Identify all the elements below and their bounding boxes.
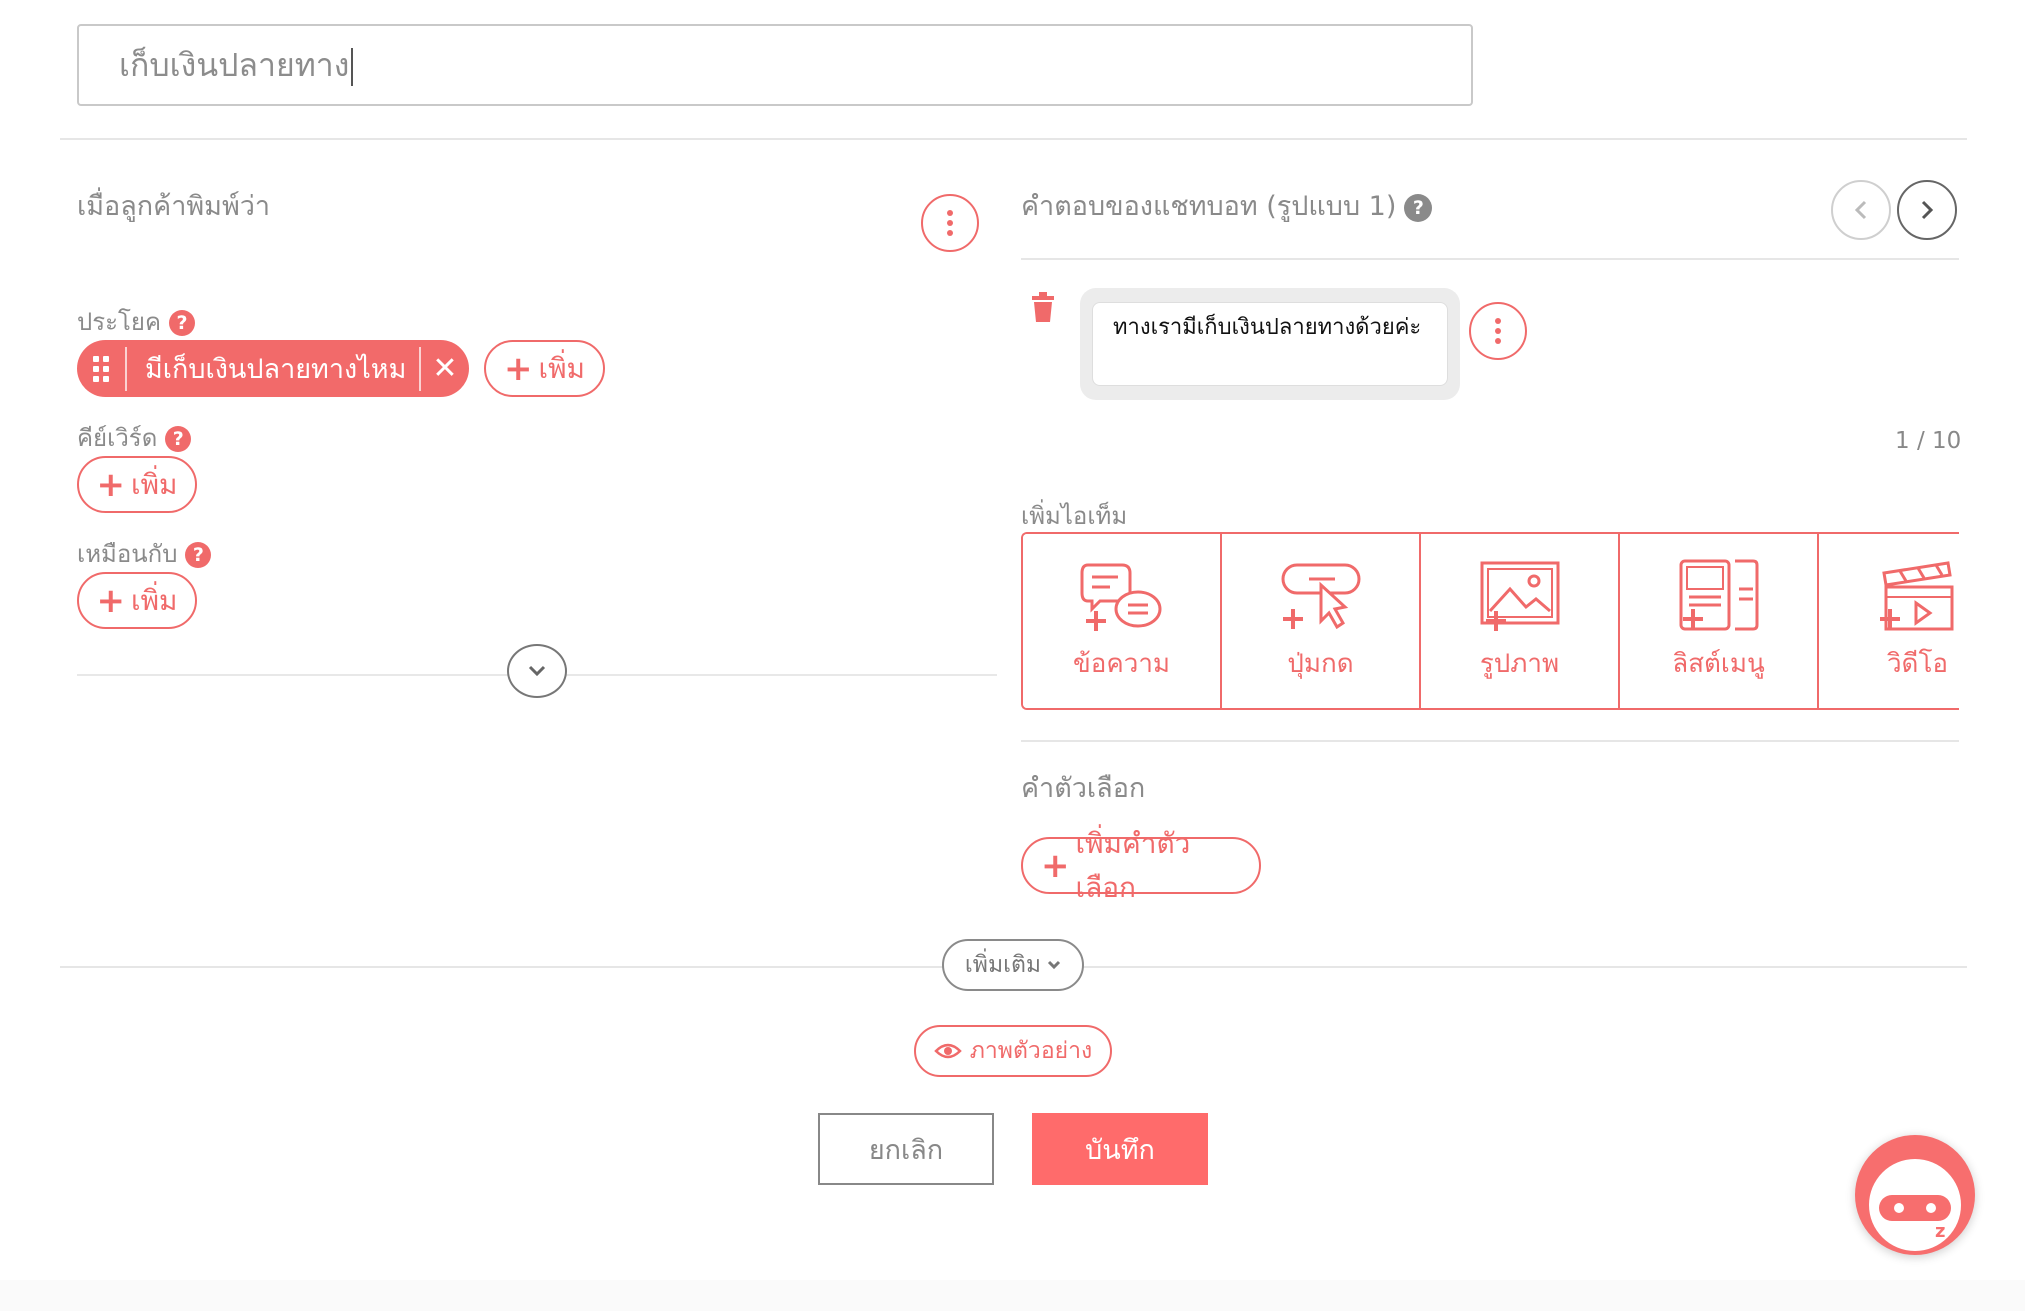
more-options-button[interactable]: เพิ่มเติม (942, 939, 1084, 991)
items-divider (1021, 740, 1959, 742)
list-menu-icon (1679, 559, 1758, 630)
intent-name-value: เก็บเงินปลายทาง (119, 46, 350, 84)
add-sentence-button[interactable]: + เพิ่ม (484, 340, 605, 397)
add-quick-reply-label: เพิ่มคำตัวเลือก (1075, 826, 1191, 904)
chatbot-launcher-button[interactable]: z (1855, 1135, 1975, 1255)
video-clapper-icon (1879, 560, 1953, 630)
add-image-item[interactable]: รูปภาพ (1421, 534, 1620, 708)
keyword-label: คีย์เวิร์ด? (77, 418, 192, 457)
cancel-button[interactable]: ยกเลิก (818, 1113, 994, 1185)
item-type-picker: ข้อความ ปุ่มกด รูปภาพ ลิสต์เมนู วิดีโอ (1021, 532, 1959, 710)
tile-label: ข้อความ (1072, 648, 1171, 679)
image-icon (1480, 561, 1559, 631)
chat-bubbles-icon (1080, 563, 1161, 631)
add-button-item[interactable]: ปุ่มกด (1222, 534, 1421, 708)
help-icon[interactable]: ? (165, 426, 192, 452)
plus-icon: + (1041, 845, 1070, 886)
button-cursor-icon (1281, 563, 1360, 629)
tile-label: รูปภาพ (1479, 648, 1560, 679)
reply-more-menu-button[interactable] (1469, 302, 1527, 360)
add-text-item[interactable]: ข้อความ (1023, 534, 1222, 708)
more-options-label: เพิ่มเติม (964, 952, 1042, 978)
add-label: เพิ่ม (131, 583, 178, 617)
chevron-down-icon (528, 665, 546, 677)
plus-icon: + (504, 348, 533, 389)
trigger-heading: เมื่อลูกค้าพิมพ์ว่า (77, 191, 271, 222)
help-icon[interactable]: ? (169, 310, 196, 336)
prev-response-button[interactable] (1831, 180, 1891, 240)
remove-chip-icon[interactable]: ✕ (419, 346, 469, 391)
trash-icon[interactable] (1030, 292, 1056, 326)
preview-label: ภาพตัวอย่าง (969, 1038, 1093, 1064)
quick-reply-label: คำตัวเลือก (1021, 773, 1146, 804)
similar-label: เหมือนกับ? (77, 534, 212, 573)
sentence-chip[interactable]: มีเก็บเงินปลายทางไหม ✕ (77, 340, 469, 397)
add-item-label: เพิ่มไอเท็ม (1021, 502, 1128, 530)
plus-icon: + (96, 580, 126, 621)
plus-icon: + (96, 464, 126, 505)
help-icon[interactable]: ? (1404, 193, 1433, 222)
next-response-button[interactable] (1897, 180, 1957, 240)
add-label: เพิ่ม (538, 351, 585, 385)
robot-face-icon (1869, 1159, 1961, 1251)
intent-name-input[interactable]: เก็บเงินปลายทาง (77, 24, 1473, 106)
tile-label: วิดีโอ (1886, 648, 1949, 679)
reply-text-field[interactable]: ทางเรามีเก็บเงินปลายทางด้วยค่ะ (1092, 302, 1448, 386)
add-similar-button[interactable]: + เพิ่ม (77, 572, 197, 629)
page-counter: 1 / 10 (1895, 428, 1962, 454)
add-list-menu-item[interactable]: ลิสต์เมนู (1620, 534, 1819, 708)
tile-label: ลิสต์เมนู (1672, 648, 1765, 679)
top-divider (60, 138, 1967, 140)
chevron-right-icon (1921, 200, 1934, 220)
response-divider (1021, 258, 1959, 260)
reply-card: ทางเรามีเก็บเงินปลายทางด้วยค่ะ (1080, 288, 1460, 400)
preview-button[interactable]: ภาพตัวอย่าง (914, 1025, 1112, 1077)
add-quick-reply-button[interactable]: + เพิ่มคำตัวเลือก (1021, 827, 1261, 904)
save-button[interactable]: บันทึก (1032, 1113, 1208, 1185)
help-icon[interactable]: ? (185, 542, 212, 568)
add-label: เพิ่ม (131, 467, 178, 501)
chevron-down-icon (1048, 960, 1061, 970)
text-caret (351, 48, 354, 86)
tile-label: ปุ่มกด (1287, 648, 1354, 679)
page-bottom-band (0, 1280, 2025, 1311)
sentence-chip-text: มีเก็บเงินปลายทางไหม (145, 354, 407, 385)
add-keyword-button[interactable]: + เพิ่ม (77, 456, 197, 513)
trigger-more-menu-button[interactable] (921, 194, 979, 252)
sleep-badge: z (1935, 1221, 1946, 1242)
drag-handle-icon[interactable] (77, 346, 127, 391)
chevron-left-icon (1854, 200, 1867, 220)
response-heading: คำตอบของแชทบอท (รูปแบบ 1)? (1021, 184, 1433, 227)
expand-button[interactable] (507, 644, 567, 698)
sentence-label: ประโยค? (77, 302, 196, 341)
add-video-item[interactable]: วิดีโอ (1819, 534, 1959, 708)
eye-icon (933, 1043, 962, 1059)
